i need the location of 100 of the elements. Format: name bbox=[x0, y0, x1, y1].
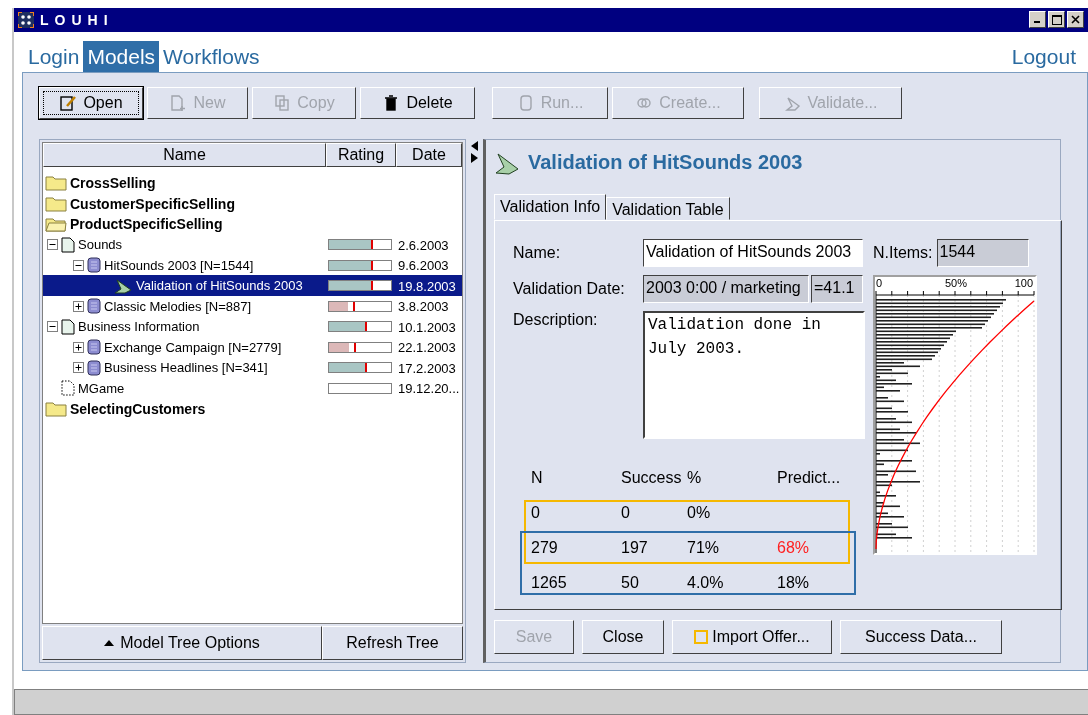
selected-tree-row[interactable]: Validation of HitSounds 2003 19.8.2003 bbox=[43, 275, 462, 296]
cylinder-icon bbox=[87, 257, 101, 274]
value-field[interactable]: =41.1 bbox=[811, 274, 863, 303]
collapse-left-icon[interactable] bbox=[471, 140, 478, 151]
tree-item-label[interactable]: HitSounds 2003 [N=1544] bbox=[104, 257, 254, 273]
axis-label: 0 bbox=[876, 276, 883, 289]
column-header[interactable]: Rating bbox=[326, 142, 396, 167]
column-header: N bbox=[531, 469, 544, 488]
date-text: 3.8.2003 bbox=[397, 299, 449, 315]
table-cell-text: 50 bbox=[621, 574, 640, 593]
field-label: Name: bbox=[513, 243, 562, 262]
expand-icon[interactable] bbox=[73, 341, 84, 353]
toolbar-button[interactable]: Open bbox=[39, 86, 143, 119]
tree-row[interactable]: SelectingCustomers bbox=[43, 398, 462, 419]
logout-link[interactable]: Logout bbox=[1011, 44, 1076, 72]
collapse-icon[interactable] bbox=[47, 321, 58, 333]
date-text: 2.6.2003 bbox=[397, 237, 449, 253]
rating-bar bbox=[328, 259, 392, 271]
date-text: 10.1.2003 bbox=[397, 319, 456, 335]
date-text: 22.1.2003 bbox=[397, 340, 456, 356]
toolbar-button[interactable]: Delete bbox=[360, 86, 475, 119]
square-icon bbox=[694, 629, 709, 644]
expand-icon[interactable] bbox=[73, 362, 84, 374]
tree-options-button[interactable]: Model Tree Options bbox=[42, 625, 323, 660]
column-header: Success bbox=[621, 469, 683, 488]
expand-icon[interactable] bbox=[73, 300, 84, 312]
collapse-right-icon[interactable] bbox=[471, 152, 478, 163]
items-field[interactable]: 1544 bbox=[936, 238, 1029, 267]
folder-icon bbox=[45, 195, 67, 212]
dialog-button[interactable]: Success Data... bbox=[840, 619, 1002, 654]
axis-label: 100 bbox=[1014, 276, 1033, 289]
field-label: N.Items: bbox=[873, 243, 933, 262]
tree-row[interactable]: Exchange Campaign [N=2779] 22.1.2003 bbox=[43, 336, 462, 358]
date-text: 19.12.20... bbox=[397, 381, 460, 397]
tree-row[interactable]: CustomerSpecificSelling bbox=[43, 193, 462, 214]
app-logo-icon bbox=[18, 12, 34, 28]
folder-icon bbox=[45, 400, 67, 417]
minimize-button[interactable] bbox=[1029, 11, 1046, 29]
cylinder-icon bbox=[87, 359, 101, 376]
dialog-button[interactable]: Close bbox=[582, 619, 664, 654]
maximize-button[interactable] bbox=[1048, 11, 1065, 29]
refresh-button[interactable]: Refresh Tree bbox=[322, 625, 463, 660]
table-cell-text: 279 bbox=[531, 539, 559, 558]
close-button[interactable] bbox=[1067, 11, 1084, 29]
tree-item-label[interactable]: ProductSpecificSelling bbox=[70, 216, 223, 233]
tree-row[interactable]: Sounds 2.6.2003 bbox=[43, 234, 462, 255]
column-header: % bbox=[687, 469, 703, 488]
rating-bar bbox=[328, 280, 392, 292]
tree-row[interactable]: MGame 19.12.20... bbox=[43, 377, 462, 399]
copy-icon bbox=[273, 93, 292, 112]
table-cell-text: 197 bbox=[621, 539, 649, 558]
rating-bar bbox=[328, 362, 392, 374]
tree-row[interactable]: CrossSelling bbox=[43, 172, 462, 194]
tree-row[interactable]: Business Headlines [N=341] 17.2.2003 bbox=[43, 357, 462, 378]
tree-row[interactable]: ProductSpecificSelling bbox=[43, 213, 462, 235]
window-title: LOUHI bbox=[40, 12, 114, 28]
axis-label: 50% bbox=[945, 276, 968, 289]
tree-item-label[interactable]: Sounds bbox=[78, 237, 123, 253]
tree-row[interactable]: HitSounds 2003 [N=1544] 9.6.2003 bbox=[43, 254, 462, 276]
tree-item-label[interactable]: Classic Melodies [N=887] bbox=[104, 298, 252, 314]
tree-item-label[interactable]: Business Information bbox=[78, 319, 200, 335]
collapse-icon[interactable] bbox=[73, 259, 84, 271]
tree-row[interactable]: Classic Melodies [N=887] 3.8.2003 bbox=[43, 295, 462, 317]
cylinder-icon bbox=[87, 339, 101, 356]
folder-icon bbox=[45, 175, 67, 192]
tree-row[interactable]: Business Information 10.1.2003 bbox=[43, 316, 462, 337]
tree-item-label[interactable]: CrossSelling bbox=[70, 175, 156, 192]
nav-tab[interactable]: Login bbox=[24, 40, 84, 72]
field-label: Description: bbox=[513, 310, 599, 329]
validate-icon bbox=[113, 277, 133, 294]
column-header[interactable]: Name bbox=[43, 142, 326, 167]
description-field[interactable]: Validation done in July 2003. bbox=[643, 310, 865, 439]
name-field[interactable]: Validation of HitSounds 2003 bbox=[643, 238, 863, 267]
column-header[interactable]: Date bbox=[396, 142, 462, 167]
collapse-icon[interactable] bbox=[47, 239, 58, 251]
tree-item-label[interactable]: CustomerSpecificSelling bbox=[70, 195, 235, 212]
tree-item-label[interactable]: MGame bbox=[78, 380, 125, 396]
column-header: Predict... bbox=[777, 469, 842, 488]
close-icon bbox=[1071, 15, 1080, 25]
tree-item-label[interactable]: SelectingCustomers bbox=[70, 400, 206, 417]
tree-item-label[interactable]: Validation of HitSounds 2003 bbox=[136, 278, 303, 294]
table-cell-text: 4.0% bbox=[687, 574, 725, 593]
maximize-icon bbox=[1051, 15, 1062, 25]
tree-item-label[interactable]: Business Headlines [N=341] bbox=[104, 360, 268, 376]
table-cell-text: 0 bbox=[531, 504, 541, 523]
tree-item-label[interactable]: Exchange Campaign [N=2779] bbox=[104, 339, 282, 355]
table-cell-text: 0 bbox=[621, 504, 631, 523]
table-cell-text: 1265 bbox=[531, 574, 568, 593]
table-cell-text: 0% bbox=[687, 504, 712, 523]
dialog-button[interactable]: Import Offer... bbox=[672, 619, 832, 654]
date-text: 19.8.2003 bbox=[397, 278, 456, 294]
nav-tab[interactable]: Models bbox=[83, 40, 160, 72]
caret-icon bbox=[104, 639, 115, 646]
nav-tab[interactable]: Workflows bbox=[159, 40, 264, 72]
panel-tab[interactable]: Validation Table bbox=[606, 196, 730, 220]
panel-tab[interactable]: Validation Info bbox=[494, 193, 607, 220]
date-text: 9.6.2003 bbox=[397, 258, 449, 274]
detail-title: Validation of HitSounds 2003 bbox=[528, 151, 803, 175]
date-field[interactable]: 2003 0:00 / marketing bbox=[643, 274, 809, 303]
new-page-icon bbox=[169, 93, 188, 112]
